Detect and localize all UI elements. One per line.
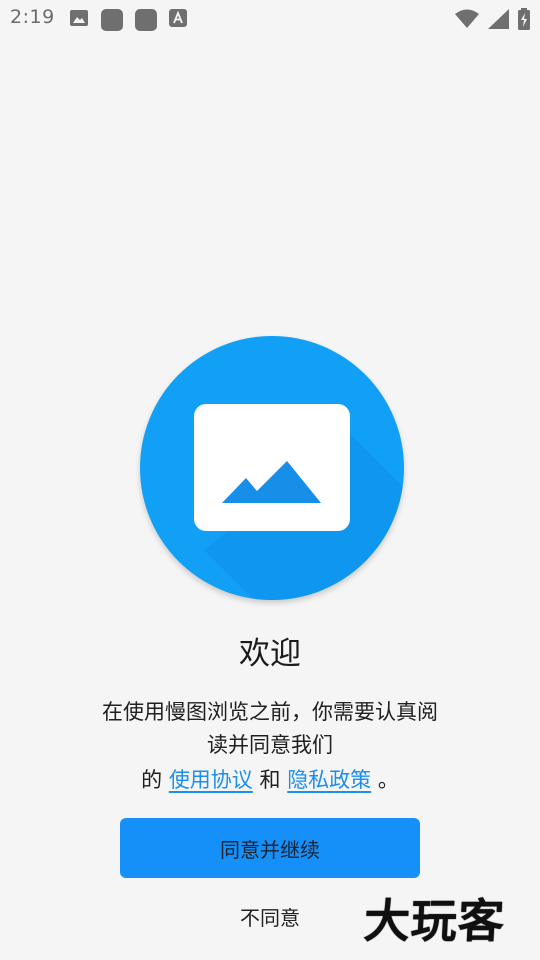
app-icon [101, 9, 123, 31]
app-logo [140, 336, 404, 600]
status-time: 2:19 [10, 6, 55, 28]
agreement-suffix: 。 [377, 768, 399, 792]
and-text: 和 [259, 768, 281, 792]
agree-button[interactable]: 同意并继续 [120, 818, 420, 878]
battery-icon [518, 8, 530, 34]
image-placeholder-icon [194, 404, 350, 531]
wifi-icon [455, 9, 479, 33]
agreement-text-line-1: 在使用慢图浏览之前，你需要认真阅 [102, 700, 438, 724]
page-title: 欢迎 [239, 636, 301, 672]
status-right-icons [455, 8, 530, 34]
app-icon [135, 9, 157, 31]
image-icon [69, 8, 89, 32]
status-left-icons [69, 8, 187, 32]
terms-link[interactable]: 使用协议 [169, 768, 253, 792]
watermark: 大玩客 [362, 894, 507, 948]
agreement-text-line-2: 读并同意我们 [207, 733, 333, 757]
status-bar: 2:19 [0, 0, 540, 36]
agreement-prefix: 的 [141, 768, 163, 792]
agreement-text-line-3: 的 使用协议 和 隐私政策 。 [70, 764, 470, 796]
cellular-icon [488, 9, 509, 33]
text-icon [169, 9, 187, 31]
privacy-link[interactable]: 隐私政策 [287, 768, 371, 792]
